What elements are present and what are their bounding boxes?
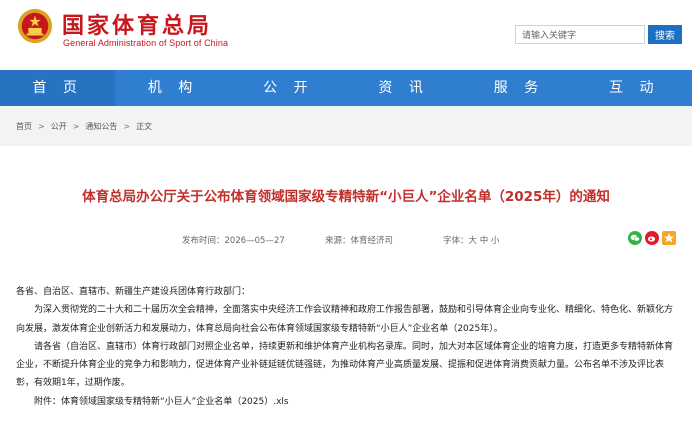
breadcrumb: 首页 > 公开 > 通知公告 > 正文 [16, 121, 152, 132]
wechat-icon[interactable] [628, 231, 642, 245]
publish-date: 发布时间：2026—05—27 [182, 236, 285, 246]
national-emblem-icon[interactable] [16, 7, 54, 45]
search-button[interactable]: 搜索 [648, 25, 682, 44]
site-header: 国家体育总局 General Administration of Sport o… [0, 0, 692, 70]
nav-item-home[interactable]: 首 页 [0, 70, 116, 106]
article-title: 体育总局办公厅关于公布体育领域国家级专精特新“小巨人”企业名单（2025年）的通… [82, 189, 610, 205]
nav-item-news[interactable]: 资 讯 [346, 70, 461, 106]
article-salutation: 各省、自治区、直辖市、新疆生产建设兵团体育行政部门： [16, 287, 251, 297]
article-body: 各省、自治区、直辖市、新疆生产建设兵团体育行政部门： 为深入贯彻党的二十大和二十… [16, 283, 680, 411]
nav-item-organization[interactable]: 机 构 [115, 70, 230, 106]
breadcrumb-separator: > [123, 122, 131, 131]
weibo-icon[interactable] [645, 231, 659, 245]
breadcrumb-notices[interactable]: 通知公告 [85, 121, 117, 132]
font-size-selector[interactable]: 字体：大 中 小 [443, 234, 499, 246]
favorite-icon[interactable] [662, 231, 676, 245]
breadcrumb-separator: > [38, 122, 45, 131]
breadcrumb-current: 正文 [136, 122, 153, 131]
nav-item-public[interactable]: 公 开 [231, 70, 346, 106]
breadcrumb-home[interactable]: 首页 [16, 121, 32, 132]
attachment-link[interactable]: 附件：体育领域国家级专精特新“小巨人”企业名单（2025）.xls [16, 393, 680, 411]
search-input[interactable] [515, 25, 645, 44]
nav-item-interaction[interactable]: 互 动 [577, 70, 692, 106]
nav-item-service[interactable]: 服 务 [461, 70, 576, 106]
site-subtitle: General Administration of Sport of China [63, 38, 229, 48]
breadcrumb-public[interactable]: 公开 [51, 121, 67, 132]
breadcrumb-bar: 首页 > 公开 > 通知公告 > 正文 [0, 106, 692, 146]
main-nav: 首 页 机 构 公 开 资 讯 服 务 互 动 [0, 70, 692, 106]
article-paragraph: 为深入贯彻党的二十大和二十届历次全会精神，全面落实中央经济工作会议精神和政府工作… [16, 305, 674, 334]
site-title[interactable]: 国家体育总局 [62, 8, 212, 40]
article-source: 来源：体育经济司 [325, 236, 394, 246]
breadcrumb-separator: > [72, 122, 80, 131]
article-paragraph: 请各省（自治区、直辖市）体育行政部门对照企业名单，持续更新和维护体育产业机构名录… [16, 341, 674, 389]
